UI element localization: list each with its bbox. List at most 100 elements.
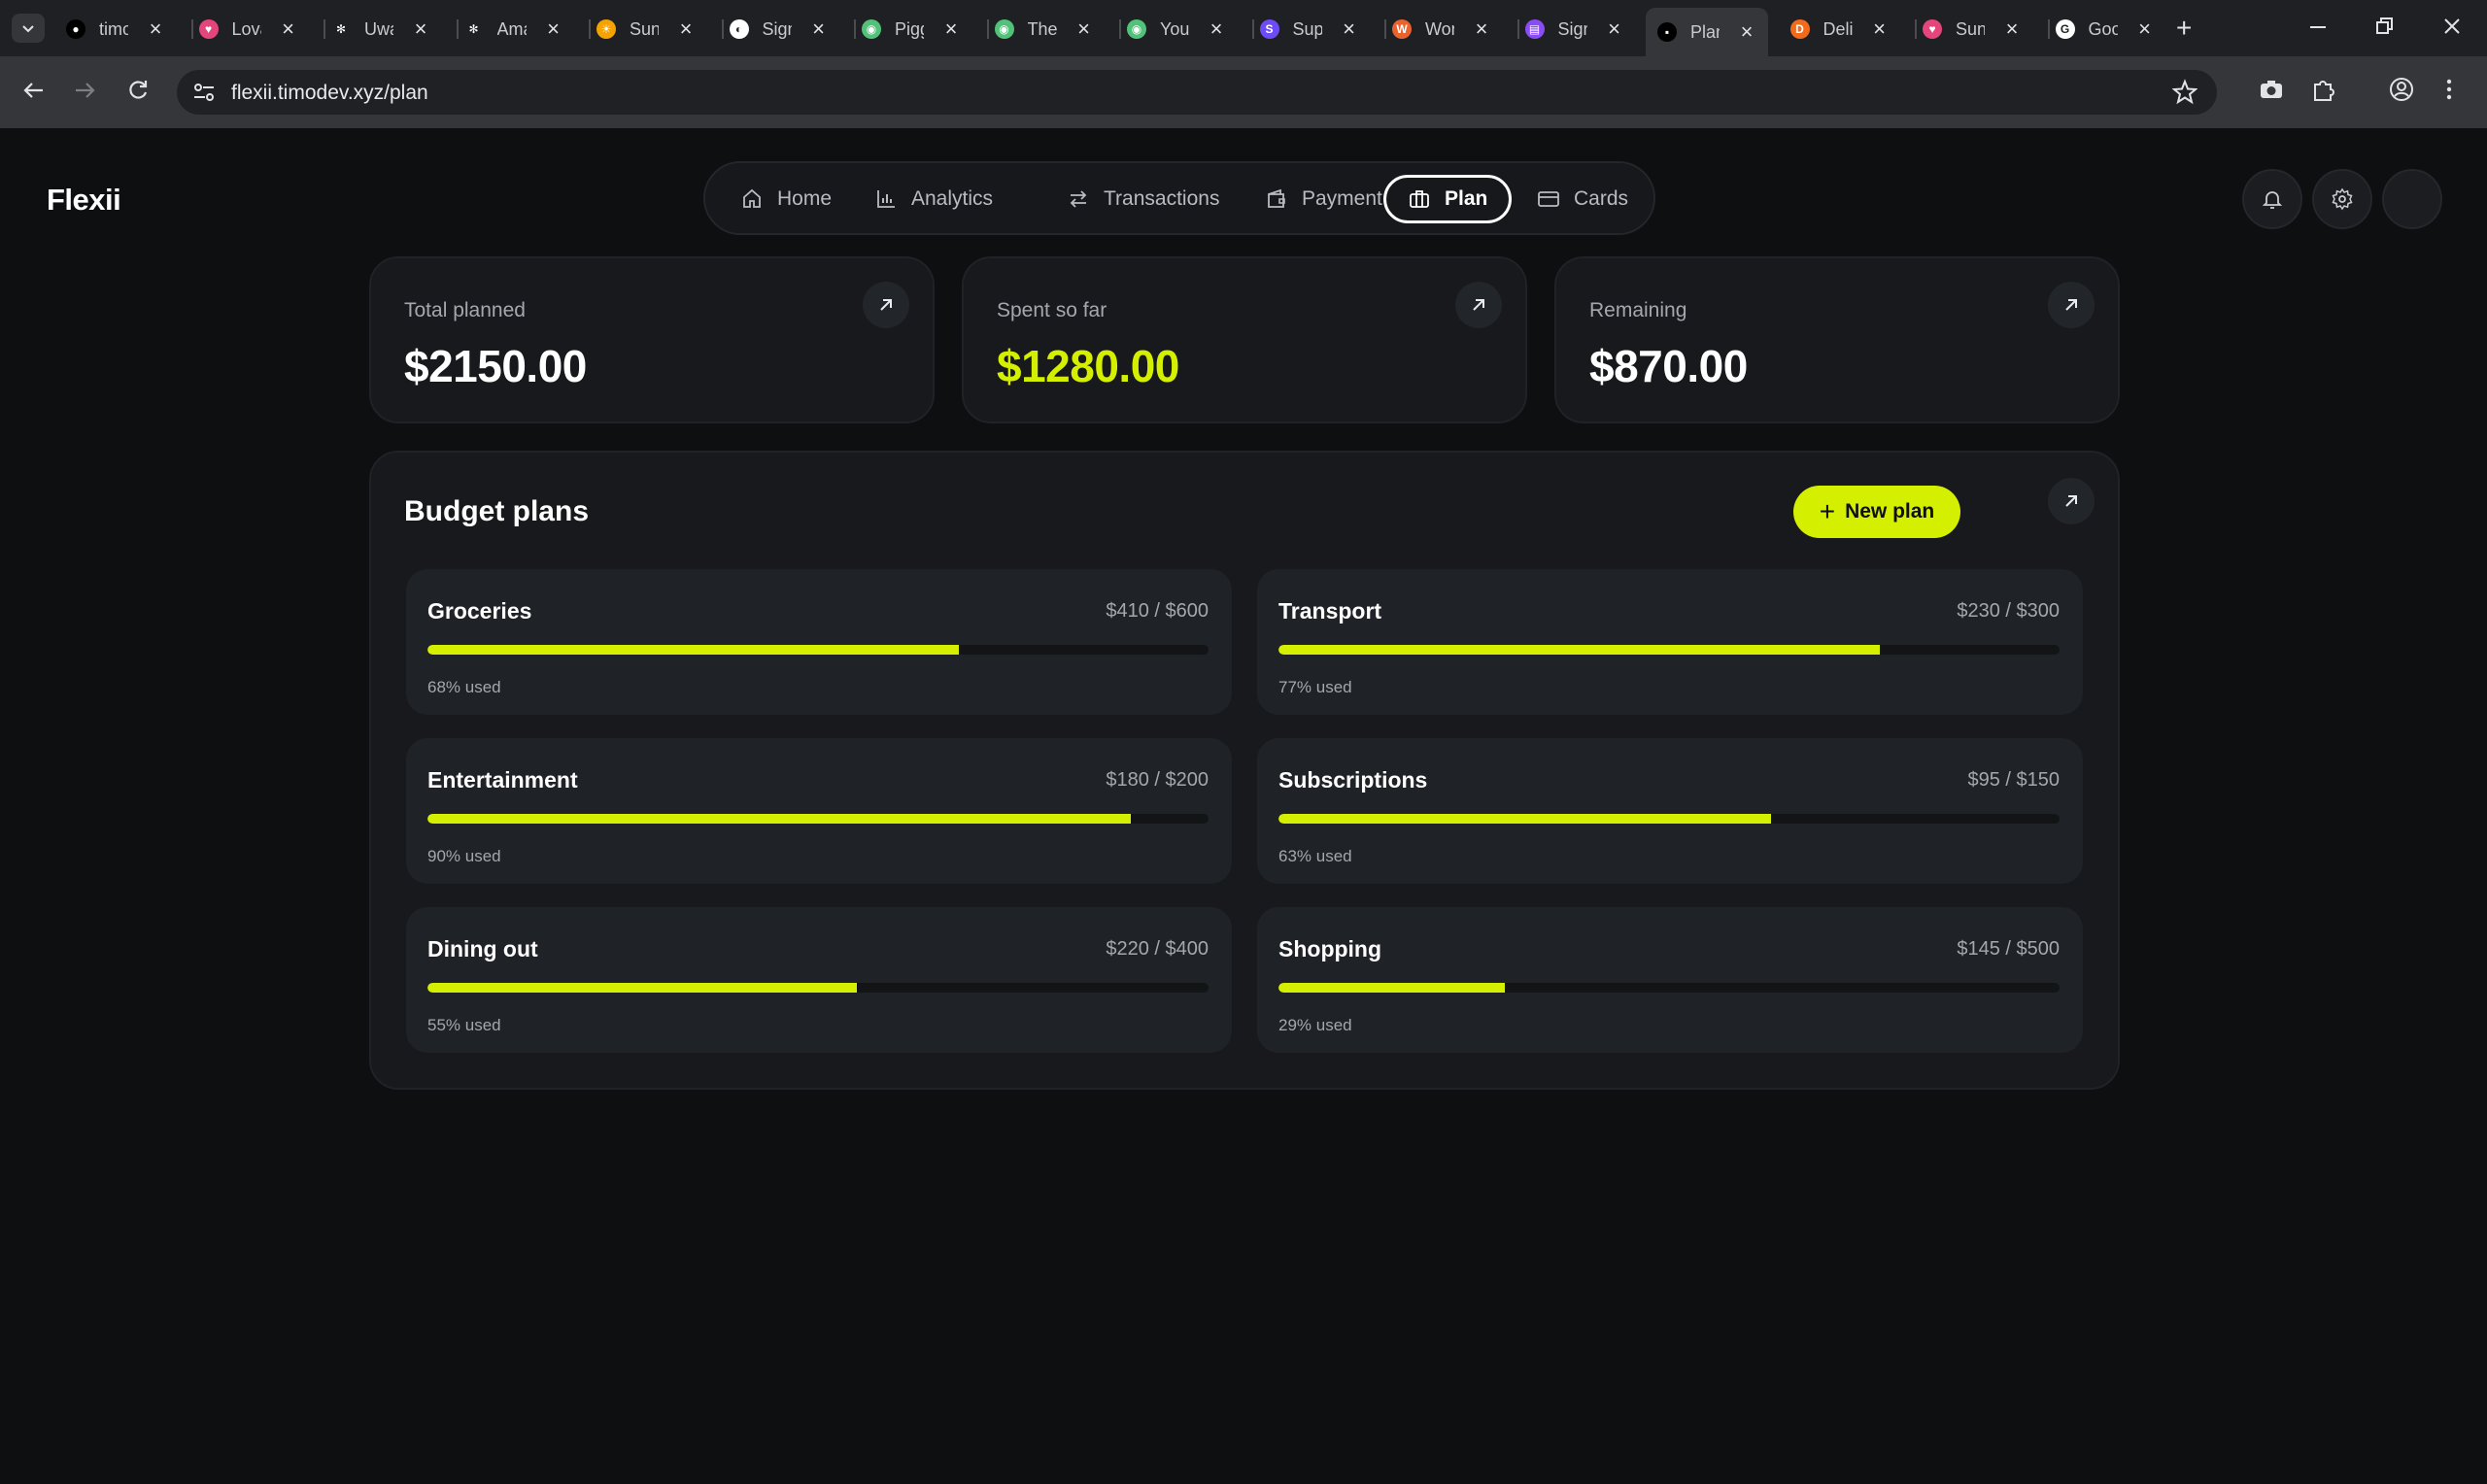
- brand-logo[interactable]: Flexii: [47, 183, 121, 218]
- back-button[interactable]: [19, 76, 47, 111]
- tab-separator: [2047, 19, 2050, 39]
- browser-tab[interactable]: ◐ Sign in ×: [729, 10, 829, 49]
- browser-tab[interactable]: ● timodev ×: [66, 10, 165, 49]
- tab-close-icon[interactable]: ×: [544, 18, 563, 40]
- plan-progress-fill: [1278, 983, 1506, 993]
- plan-card-transport[interactable]: Transport $230 / $300 77% used: [1257, 569, 2083, 715]
- site-info-icon[interactable]: [192, 82, 216, 108]
- remaining-open-button[interactable]: [2048, 282, 2095, 328]
- arrow-up-right-icon: [880, 299, 892, 311]
- tab-close-icon[interactable]: ×: [1737, 21, 1756, 43]
- tab-close-icon[interactable]: ×: [1207, 18, 1226, 40]
- browser-tab[interactable]: ◉ Piggy ×: [862, 10, 961, 49]
- credit-card-icon: [1538, 191, 1559, 207]
- nav-cards-label: Cards: [1574, 187, 1629, 210]
- nav-transactions[interactable]: Transactions: [1045, 175, 1241, 223]
- bookmark-star-icon[interactable]: [2171, 78, 2198, 114]
- nav-plan[interactable]: Plan: [1383, 175, 1513, 223]
- main-navigation: Home Analytics Transactions Payment Plan…: [703, 161, 1655, 235]
- browser-tab[interactable]: ✻ Uwaves ×: [331, 10, 430, 49]
- url-text[interactable]: flexii.timodev.xyz/plan: [231, 82, 428, 105]
- extensions-puzzle-icon[interactable]: [2310, 76, 2337, 108]
- browser-tab[interactable]: S Supabase ×: [1259, 10, 1359, 49]
- plan-card-subscriptions[interactable]: Subscriptions $95 / $150 63% used: [1257, 738, 2083, 884]
- browser-tab[interactable]: ▪ Plan ×: [1646, 8, 1768, 56]
- reload-icon: [129, 81, 148, 99]
- new-plan-button[interactable]: + New plan: [1793, 486, 1960, 538]
- tab-close-icon[interactable]: ×: [941, 18, 961, 40]
- plan-card-groceries[interactable]: Groceries $410 / $600 68% used: [406, 569, 1232, 715]
- plan-progress-track: [1278, 645, 2060, 655]
- address-bar[interactable]: flexii.timodev.xyz/plan: [177, 70, 2217, 115]
- plan-card-entertainment[interactable]: Entertainment $180 / $200 90% used: [406, 738, 1232, 884]
- minimize-button[interactable]: [2308, 12, 2328, 48]
- tab-separator: [986, 19, 989, 39]
- budget-plans-title: Budget plans: [404, 495, 590, 527]
- tab-close-icon[interactable]: ×: [279, 18, 298, 40]
- forward-button[interactable]: [72, 76, 99, 111]
- browser-tab[interactable]: ♥ Lovable ×: [198, 10, 298, 49]
- nav-analytics[interactable]: Analytics: [853, 175, 1014, 223]
- plan-card-dining-out[interactable]: Dining out $220 / $400 55% used: [406, 907, 1232, 1053]
- total-planned-open-button[interactable]: [863, 282, 909, 328]
- nav-home[interactable]: Home: [719, 175, 853, 223]
- plan-name: Transport: [1278, 598, 1382, 624]
- budget-plans-open-button[interactable]: [2048, 478, 2095, 524]
- tab-title: Plan: [1690, 21, 1720, 42]
- browser-tab[interactable]: ◉ The ×: [994, 10, 1094, 49]
- plan-used-label: 55% used: [427, 1016, 501, 1034]
- restore-button[interactable]: [2374, 12, 2394, 48]
- close-window-button[interactable]: [2442, 12, 2462, 48]
- browser-tab[interactable]: ☀ Sunset ×: [596, 10, 696, 49]
- plan-name: Groceries: [427, 598, 532, 624]
- tab-separator: [589, 19, 591, 39]
- browser-tab[interactable]: D Deliver ×: [1789, 10, 1890, 49]
- tab-close-icon[interactable]: ×: [1870, 18, 1890, 40]
- browser-tab[interactable]: G Google ×: [2055, 10, 2155, 49]
- tab-separator: [1384, 19, 1386, 39]
- tab-close-icon[interactable]: ×: [1340, 18, 1359, 40]
- tab-title: Sign up: [1557, 18, 1587, 39]
- browser-tab[interactable]: ♥ Sunset ×: [1923, 10, 2022, 49]
- nav-cards[interactable]: Cards: [1516, 175, 1650, 223]
- tab-close-icon[interactable]: ×: [2135, 18, 2155, 40]
- home-icon: [743, 188, 761, 208]
- tab-close-icon[interactable]: ×: [411, 18, 430, 40]
- tab-search-button[interactable]: [12, 14, 45, 43]
- nav-payment[interactable]: Payment: [1244, 175, 1404, 223]
- plan-card-shopping[interactable]: Shopping $145 / $500 29% used: [1257, 907, 2083, 1053]
- tab-favicon-icon: W: [1392, 19, 1412, 39]
- browser-tab[interactable]: W Work ×: [1392, 10, 1491, 49]
- plan-progress-track: [427, 814, 1209, 824]
- tab-title: Amazing: [496, 18, 527, 39]
- profile-icon[interactable]: [2388, 76, 2415, 108]
- tab-close-icon[interactable]: ×: [676, 18, 696, 40]
- settings-button[interactable]: [2312, 169, 2372, 229]
- tab-close-icon[interactable]: ×: [1074, 18, 1094, 40]
- plan-amount: $220 / $400: [1106, 938, 1209, 960]
- browser-toolbar: flexii.timodev.xyz/plan: [0, 56, 2487, 128]
- tab-close-icon[interactable]: ×: [1605, 18, 1624, 40]
- avatar[interactable]: [2382, 169, 2442, 229]
- screenshot-icon[interactable]: [2258, 76, 2285, 108]
- tab-close-icon[interactable]: ×: [1472, 18, 1491, 40]
- plan-progress-track: [427, 983, 1209, 993]
- tab-title: Sunset: [1956, 18, 1985, 39]
- plan-used-label: 29% used: [1278, 1016, 1352, 1034]
- tab-close-icon[interactable]: ×: [2002, 18, 2022, 40]
- kebab-menu-icon[interactable]: [2444, 76, 2454, 108]
- spent-so-far-open-button[interactable]: [1455, 282, 1502, 328]
- tab-title: Your: [1160, 18, 1189, 39]
- new-tab-button[interactable]: +: [2176, 14, 2192, 43]
- reload-button[interactable]: [124, 76, 152, 111]
- tab-separator: [324, 19, 325, 39]
- notifications-button[interactable]: [2242, 169, 2302, 229]
- tab-close-icon[interactable]: ×: [809, 18, 829, 40]
- tab-close-icon[interactable]: ×: [146, 18, 165, 40]
- plan-used-label: 90% used: [427, 847, 501, 865]
- browser-tab[interactable]: ◉ Your ×: [1127, 10, 1226, 49]
- browser-tab[interactable]: ▤ Sign up ×: [1524, 10, 1624, 49]
- browser-tab[interactable]: ✻ Amazing ×: [463, 10, 563, 49]
- arrow-left-icon: [23, 83, 43, 98]
- briefcase-icon: [1410, 190, 1429, 208]
